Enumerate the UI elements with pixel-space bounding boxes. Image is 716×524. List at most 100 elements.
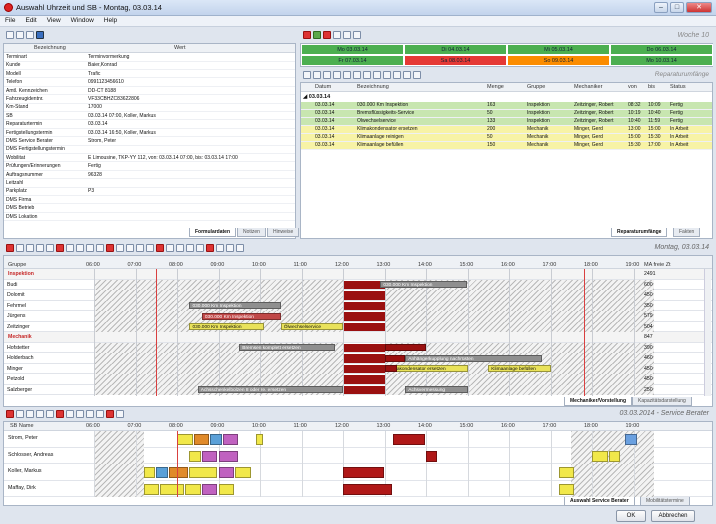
tool-icon[interactable] [66, 244, 74, 252]
tool-icon[interactable] [6, 244, 14, 252]
job-bar[interactable]: Klimakondensator ersetzen [384, 365, 468, 372]
appointment-block[interactable] [608, 450, 621, 462]
tool-icon[interactable] [216, 244, 224, 252]
tool-icon[interactable] [166, 244, 174, 252]
maximize-button[interactable]: □ [670, 2, 684, 13]
appointment-block[interactable] [558, 483, 575, 495]
cancel-button[interactable]: Abbrechen [651, 510, 695, 522]
tab-0[interactable]: Reparaturumfänge [611, 228, 668, 237]
tool-icon[interactable] [36, 410, 44, 418]
job-bar[interactable] [384, 354, 406, 362]
detail-value[interactable]: Strom, Peter [88, 138, 116, 145]
appointment-block[interactable] [218, 483, 235, 495]
search-icon[interactable] [313, 71, 321, 79]
tool-icon[interactable] [56, 244, 64, 252]
appointment-block[interactable] [218, 450, 239, 462]
gantt-row[interactable]: Fehrmel 350 [4, 300, 712, 311]
detail-value[interactable]: 17000 [88, 104, 102, 111]
prev-icon[interactable] [303, 31, 311, 39]
tool-icon[interactable] [206, 244, 214, 252]
appointment-block[interactable] [189, 467, 218, 478]
tool-icon[interactable] [96, 244, 104, 252]
job-bar[interactable]: Bremsen komplett ersetzen [239, 344, 335, 351]
repair-row[interactable]: 03.03.14 Klimaanlage reinigen 50 Mechanik Mi… [301, 134, 712, 142]
job-bar[interactable]: 030.000 Km Inspektion [201, 312, 281, 320]
new-icon[interactable] [6, 31, 14, 39]
detail-value[interactable]: VF33CBHZC83622806 [88, 96, 139, 103]
tool-icon[interactable] [46, 244, 54, 252]
job-bar[interactable]: Ölwechselservice [280, 323, 343, 330]
appointment-block[interactable] [201, 483, 218, 495]
appointment-block[interactable] [177, 434, 193, 445]
chart-icon[interactable] [343, 31, 351, 39]
appointment-block[interactable] [185, 483, 201, 495]
appointment-block[interactable] [201, 450, 218, 462]
tab-2[interactable]: Hinweise [267, 228, 300, 237]
advisor-row[interactable]: Strom, Peter [4, 431, 712, 448]
tab-1[interactable]: Notizen [237, 228, 266, 237]
calendar-icon[interactable] [313, 31, 321, 39]
job-bar[interactable]: 030.000 Km Inspektion [189, 302, 281, 309]
job-bar[interactable]: Achsschenkelbolzen 8 oder re. ersetzen [197, 386, 343, 393]
job-bar[interactable]: 030.000 Km Inspektion [189, 323, 265, 330]
menu-4[interactable]: Help [99, 16, 122, 25]
job-bar[interactable]: Anhängerkupplung nachrüsten [405, 354, 543, 362]
gantt-row[interactable]: Minger 450 [4, 363, 712, 374]
tab-0[interactable]: Formulardaten [189, 228, 237, 237]
tool-icon[interactable] [106, 410, 114, 418]
appointment-block[interactable] [392, 434, 425, 445]
tool-icon[interactable] [96, 410, 104, 418]
gantt-row[interactable]: Budi 600 [4, 279, 712, 290]
week-day-1[interactable]: Di 04.03.14 [404, 44, 507, 55]
tool-icon[interactable] [146, 244, 154, 252]
export-icon[interactable] [343, 71, 351, 79]
appointment-block[interactable] [193, 434, 210, 445]
gantt-row[interactable]: Mechanik 847 [4, 332, 712, 343]
appointment-block[interactable] [343, 483, 392, 495]
tab-0[interactable]: Auswahl Service Berater [564, 497, 635, 506]
detail-value[interactable]: Trafic [88, 71, 100, 78]
tool-icon[interactable] [86, 244, 94, 252]
tool-icon[interactable] [76, 410, 84, 418]
ok-button[interactable]: OK [616, 510, 646, 522]
detail-value[interactable]: Baier,Konrad [88, 62, 117, 69]
repair-row[interactable]: 03.03.14 Bremsflüssigkeits-Service 50 Inspe… [301, 110, 712, 118]
repair-row[interactable]: 03.03.14 030.000 Km Inspektion 163 Inspekti… [301, 102, 712, 110]
week-day-2[interactable]: Mi 05.03.14 [507, 44, 610, 55]
tab-1[interactable]: Fakten [673, 228, 701, 237]
tool-icon[interactable] [116, 244, 124, 252]
chart-icon[interactable] [403, 71, 411, 79]
detail-value[interactable]: 03.03.14 [88, 121, 107, 128]
menu-2[interactable]: View [42, 16, 66, 25]
tool-icon[interactable] [36, 244, 44, 252]
week-day-6[interactable]: So 09.03.14 [507, 55, 610, 66]
tool-icon[interactable] [176, 244, 184, 252]
tool-icon[interactable] [156, 244, 164, 252]
tool-icon[interactable] [46, 410, 54, 418]
tool-icon[interactable] [76, 244, 84, 252]
menu-0[interactable]: File [0, 16, 20, 25]
search-icon[interactable] [353, 31, 361, 39]
copy-icon[interactable] [353, 71, 361, 79]
appointment-block[interactable] [168, 467, 189, 478]
appointment-block[interactable] [143, 483, 160, 495]
appointment-block[interactable] [189, 450, 201, 462]
tool-icon[interactable] [106, 244, 114, 252]
appointment-block[interactable] [210, 434, 222, 445]
tool-icon[interactable] [226, 244, 234, 252]
appointment-block[interactable] [255, 434, 264, 445]
monitor-icon[interactable] [36, 31, 44, 39]
sort-icon[interactable] [323, 71, 331, 79]
appointment-block[interactable] [235, 467, 251, 478]
tool-icon[interactable] [186, 244, 194, 252]
edit-icon[interactable] [16, 31, 24, 39]
gantt-row[interactable]: Jürgens 579 [4, 311, 712, 322]
tool-icon[interactable] [126, 244, 134, 252]
job-bar[interactable] [384, 365, 397, 372]
tab-0[interactable]: Mechaniker/Vorstellung [564, 397, 633, 406]
repair-group-header[interactable]: ◢ 03.03.14 [303, 94, 330, 100]
week-day-5[interactable]: Sa 08.03.14 [404, 55, 507, 66]
appointment-block[interactable] [143, 467, 156, 478]
detail-value[interactable]: Terminvormerkung [88, 54, 129, 61]
print-icon[interactable] [333, 71, 341, 79]
